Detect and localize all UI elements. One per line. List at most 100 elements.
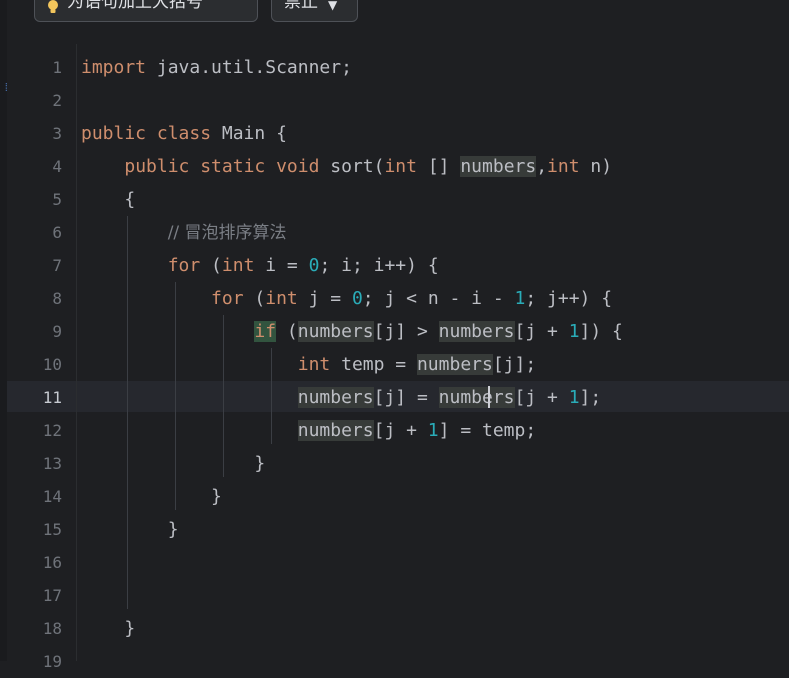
code-line-5: { xyxy=(81,183,135,216)
inspection-level-dropdown[interactable]: 禁止 ▼ xyxy=(271,0,358,22)
line-number: 5 xyxy=(52,190,62,209)
text-cursor xyxy=(488,386,490,408)
keyword: public static void xyxy=(124,156,320,177)
chevron-down-icon: ▼ xyxy=(328,0,338,12)
code-text: ]; xyxy=(579,387,602,408)
code-text: } xyxy=(254,453,266,474)
code-text: i = xyxy=(254,255,309,276)
number-literal: 0 xyxy=(351,288,363,309)
code-line-14: } xyxy=(81,480,222,513)
code-text: ( xyxy=(276,321,298,342)
keyword: int xyxy=(384,156,417,177)
code-line-11: numbers[j] = numbers[j + 1]; xyxy=(81,381,601,414)
line-number: 17 xyxy=(42,586,62,605)
code-text: [j + xyxy=(373,420,428,441)
code-text: [j + xyxy=(514,321,569,342)
number-literal: 1 xyxy=(568,387,580,408)
usage-highlight: numbers xyxy=(297,387,374,408)
code-text: ; j++) { xyxy=(525,288,613,309)
code-line-9: if (numbers[j] > numbers[j + 1]) { xyxy=(81,315,623,348)
code-area[interactable]: import java.util.Scanner; public class M… xyxy=(81,44,789,661)
line-number: 8 xyxy=(52,289,62,308)
line-number: 18 xyxy=(42,619,62,638)
code-text: [j + xyxy=(514,387,569,408)
gutter-divider xyxy=(76,44,77,661)
code-text: ( xyxy=(200,255,222,276)
code-line-8: for (int j = 0; j < n - i - 1; j++) { xyxy=(81,282,612,315)
line-number: 2 xyxy=(52,91,62,110)
number-literal: 1 xyxy=(427,420,439,441)
line-number: 3 xyxy=(52,124,62,143)
number-literal: 1 xyxy=(514,288,526,309)
code-line-6: // 冒泡排序算法 xyxy=(81,216,287,249)
code-text: ]) { xyxy=(579,321,623,342)
usage-highlight: numbers xyxy=(438,321,515,342)
code-text: ] = temp; xyxy=(438,420,537,441)
code-line-13: } xyxy=(81,447,265,480)
keyword: int xyxy=(297,354,331,375)
code-line-18: } xyxy=(81,612,135,645)
keyword: int xyxy=(221,255,255,276)
line-number: 14 xyxy=(42,487,62,506)
code-text: ( xyxy=(243,288,266,309)
code-comment: // 冒泡排序算法 xyxy=(167,223,287,243)
add-braces-action-button[interactable]: 为语句加上大括号 xyxy=(34,0,258,22)
code-text: } xyxy=(167,519,179,540)
dropdown-value: 禁止 xyxy=(284,0,318,12)
code-text: } xyxy=(211,486,222,507)
code-text: sort( xyxy=(319,156,385,177)
usage-highlight: numbers xyxy=(297,420,374,441)
intention-toolbar: 为语句加上大括号 禁止 ▼ xyxy=(0,0,789,44)
keyword: for xyxy=(167,255,201,276)
keyword: import xyxy=(81,57,147,78)
code-text: java.util.Scanner; xyxy=(146,57,352,78)
usage-highlight: numbers xyxy=(460,156,537,177)
keyword: for xyxy=(211,288,244,309)
code-text: [j] > xyxy=(373,321,439,342)
code-line-15: } xyxy=(81,513,179,546)
code-editor[interactable]: 1 2 3 4 5 6 7 8 9 10 11 12 13 14 15 16 1… xyxy=(7,44,789,671)
code-text: { xyxy=(124,189,136,210)
tool-window-strip: ⁞ xyxy=(0,0,10,661)
code-text: j = xyxy=(297,288,352,309)
line-number: 12 xyxy=(42,421,62,440)
number-literal: 0 xyxy=(308,255,320,276)
line-number-current: 11 xyxy=(42,388,62,407)
code-text: } xyxy=(124,618,136,639)
line-number: 7 xyxy=(52,256,62,275)
number-literal: 1 xyxy=(568,321,580,342)
code-line-7: for (int i = 0; i; i++) { xyxy=(81,249,439,282)
line-number: 1 xyxy=(52,58,62,77)
line-number: 19 xyxy=(42,652,62,671)
code-text: ; j < n - i - xyxy=(362,288,515,309)
code-text: [j]; xyxy=(492,354,537,375)
add-braces-label: 为语句加上大括号 xyxy=(67,0,203,12)
code-text: [j] = xyxy=(373,387,439,408)
line-number: 16 xyxy=(42,553,62,572)
line-number: 15 xyxy=(42,520,62,539)
code-text: , xyxy=(536,156,548,177)
keyword: int xyxy=(547,156,580,177)
keyword-highlighted: if xyxy=(254,321,277,342)
code-text: n) xyxy=(579,156,613,177)
line-number-gutter: 1 2 3 4 5 6 7 8 9 10 11 12 13 14 15 16 1… xyxy=(7,44,77,671)
code-line-3: public class Main { xyxy=(81,117,287,150)
line-number: 4 xyxy=(52,157,62,176)
code-line-12: numbers[j + 1] = temp; xyxy=(81,414,536,447)
usage-highlight: numbers xyxy=(297,321,374,342)
lightbulb-icon xyxy=(47,0,59,14)
code-text: ; i; i++) { xyxy=(319,255,439,276)
code-line-10: int temp = numbers[j]; xyxy=(81,348,536,381)
code-text: [] xyxy=(416,156,461,177)
keyword: int xyxy=(265,288,298,309)
code-text: Main { xyxy=(211,123,287,144)
line-number: 13 xyxy=(42,454,62,473)
line-number: 10 xyxy=(42,355,62,374)
code-text: temp = xyxy=(330,354,417,375)
line-number: 9 xyxy=(52,322,62,341)
code-line-1: import java.util.Scanner; xyxy=(81,51,352,84)
line-number: 6 xyxy=(52,223,62,242)
usage-highlight: numbers xyxy=(438,387,515,408)
code-line-4: public static void sort(int [] numbers,i… xyxy=(81,150,612,183)
usage-highlight: numbers xyxy=(416,354,493,375)
